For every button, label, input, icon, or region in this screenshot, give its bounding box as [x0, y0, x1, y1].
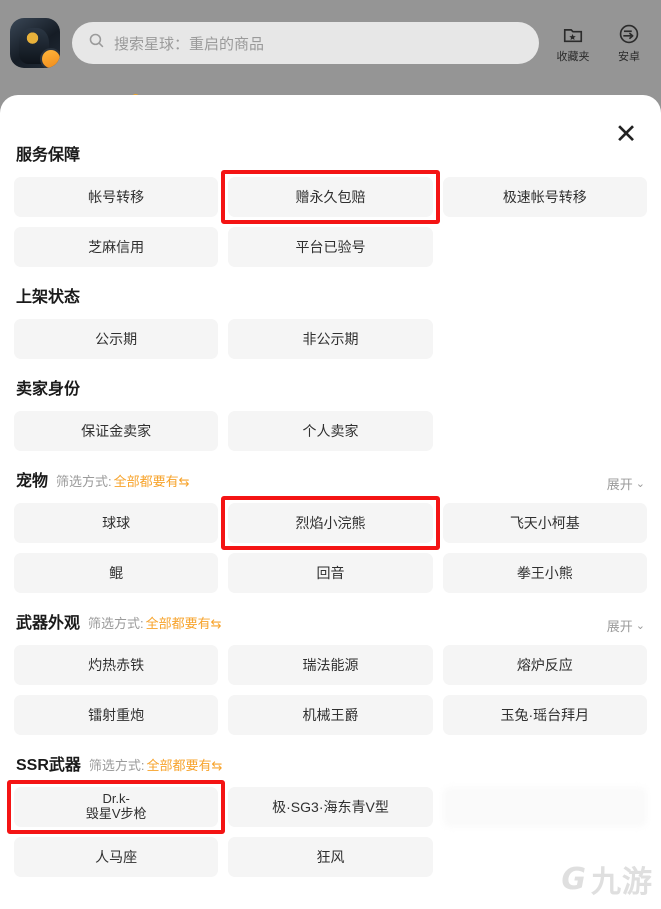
filter-chip[interactable]: 玉兔·瑶台拜月 — [442, 695, 647, 735]
filter-section-header: 服务保障 — [14, 141, 647, 167]
filter-mode-label: 筛选方式: — [56, 474, 112, 489]
filter-section: 上架状态公示期 非公示期 — [14, 283, 647, 359]
filter-chip[interactable]: Dr.k- 毁星V步枪 — [6, 780, 226, 834]
filter-chip[interactable]: 个人卖家 — [228, 411, 433, 451]
android-label: 安卓 — [618, 50, 640, 63]
filter-section-title: 卖家身份 — [16, 381, 81, 398]
filter-section: 宠物 筛选方式: 全部都要有⇆ 展开 ⌄ 球球 烈焰小浣熊 飞天小柯基鲲回音 拳王小熊 — [14, 467, 647, 593]
expand-label: 展开 — [606, 477, 633, 492]
chevron-down-icon: ⌄ — [635, 478, 645, 490]
favorites-label: 收藏夹 — [556, 50, 590, 63]
filter-chip[interactable]: 瑞法能源 — [228, 645, 433, 685]
filter-section-header: 武器外观 筛选方式: 全部都要有⇆ 展开 ⌄ — [14, 609, 647, 635]
filter-mode-value[interactable]: 全部都要有⇆ — [147, 755, 223, 774]
filter-chip-grid: 灼热赤铁 瑞法能源 熔炉反应镭射重炮 机械王爵 玉兔·瑶台拜月 — [14, 645, 647, 735]
search-input[interactable]: 搜索星球：重启的商品 — [72, 22, 539, 64]
filter-sheet: ✕ 服务保障 帐号转移 赠永久包赔 极速帐号转移 芝麻信用 平台已验号 上架状态 公示期 非公示… — [0, 95, 661, 909]
filter-section-header: 宠物 筛选方式: 全部都要有⇆ 展开 ⌄ — [14, 467, 647, 493]
filter-mode-label: 筛选方式: — [88, 616, 144, 631]
filter-chip[interactable]: 镭射重炮 — [14, 695, 219, 735]
top-bar: 搜索星球：重启的商品 收藏夹 安卓 — [0, 0, 661, 86]
filter-chip[interactable]: 拳王小熊 — [442, 553, 647, 593]
filter-section-title: SSR武器 — [16, 757, 81, 774]
search-placeholder: 搜索星球：重启的商品 — [114, 35, 265, 53]
app-root: 搜索星球：重启的商品 收藏夹 安卓 推荐 成品号 礼包 — [0, 0, 661, 909]
favorites-button[interactable]: 收藏夹 — [551, 23, 595, 64]
filter-chip[interactable]: 平台已验号 — [228, 227, 433, 267]
filter-chip[interactable]: 机械王爵 — [228, 695, 433, 735]
filter-chip-grid: 帐号转移 赠永久包赔 极速帐号转移芝麻信用 平台已验号 — [14, 170, 647, 267]
expand-toggle[interactable]: 展开 ⌄ — [607, 616, 645, 635]
filter-chip[interactable]: 保证金卖家 — [14, 411, 219, 451]
filter-chip[interactable]: 狂风 — [228, 837, 433, 877]
filter-section-title: 上架状态 — [16, 289, 81, 306]
filter-chip[interactable]: 公示期 — [14, 319, 219, 359]
filter-mode-label: 筛选方式: — [88, 758, 145, 773]
filter-section: 服务保障帐号转移 赠永久包赔 极速帐号转移芝麻信用 平台已验号 — [14, 141, 647, 267]
watermark-text: 九游 — [591, 866, 653, 899]
filter-chip[interactable]: 极速帐号转移 — [442, 177, 647, 217]
filter-chip[interactable]: 芝麻信用 — [14, 227, 219, 267]
filter-chip[interactable]: 极·SG3·海东青V型 — [228, 787, 433, 827]
filter-section: SSR武器 筛选方式: 全部都要有⇆ Dr.k- 毁星V步枪 极·SG3·海东青V型 人马座… — [6, 751, 647, 877]
filter-section-title: 服务保障 — [16, 147, 81, 164]
filter-chip-grid: 保证金卖家 个人卖家 — [14, 411, 647, 451]
filter-chip[interactable]: 烈焰小浣熊 — [221, 496, 440, 550]
watermark: G 九游 — [561, 857, 653, 901]
filter-chip[interactable]: 帐号转移 — [14, 177, 219, 217]
avatar[interactable] — [10, 18, 60, 68]
filter-chip[interactable]: 非公示期 — [228, 319, 433, 359]
filter-chip-grid: 公示期 非公示期 — [14, 319, 647, 359]
filter-mode-value[interactable]: 全部都要有⇆ — [146, 613, 222, 632]
filter-chip[interactable]: 灼热赤铁 — [14, 645, 219, 685]
expand-toggle[interactable]: 展开 ⌄ — [607, 474, 645, 493]
filter-section: 卖家身份保证金卖家 个人卖家 — [14, 375, 647, 451]
filter-chip[interactable]: 回音 — [228, 553, 433, 593]
filter-chip-grid: Dr.k- 毁星V步枪 极·SG3·海东青V型 人马座 狂风 — [6, 780, 647, 877]
chevron-down-icon: ⌄ — [635, 620, 645, 632]
filter-section: 武器外观 筛选方式: 全部都要有⇆ 展开 ⌄ 灼热赤铁 瑞法能源 熔炉反应镭射重炮 机械王爵 玉兔… — [14, 609, 647, 735]
filter-chip[interactable]: 赠永久包赔 — [221, 170, 440, 224]
filter-chip[interactable]: 熔炉反应 — [442, 645, 647, 685]
search-icon — [88, 32, 105, 54]
filter-chip-grid: 球球 烈焰小浣熊 飞天小柯基鲲回音 拳王小熊 — [14, 496, 647, 593]
avatar-badge-icon — [40, 48, 60, 68]
filter-chip[interactable]: 鲲 — [14, 553, 219, 593]
filter-section-header: 卖家身份 — [14, 375, 647, 401]
filter-section-title: 武器外观 — [16, 615, 81, 632]
filter-section-title: 宠物 — [16, 473, 49, 490]
filter-chip[interactable]: 飞天小柯基 — [442, 503, 647, 543]
filter-section-header: SSR武器 筛选方式: 全部都要有⇆ — [14, 751, 647, 777]
filter-chip[interactable] — [442, 787, 647, 827]
expand-label: 展开 — [606, 619, 633, 634]
android-button[interactable]: 安卓 — [607, 23, 651, 64]
filter-mode-value[interactable]: 全部都要有⇆ — [114, 471, 190, 490]
filter-chip[interactable]: 人马座 — [14, 837, 219, 877]
filter-chip[interactable]: 球球 — [14, 503, 219, 543]
filter-section-header: 上架状态 — [14, 283, 647, 309]
watermark-logo-icon: G — [561, 861, 587, 897]
